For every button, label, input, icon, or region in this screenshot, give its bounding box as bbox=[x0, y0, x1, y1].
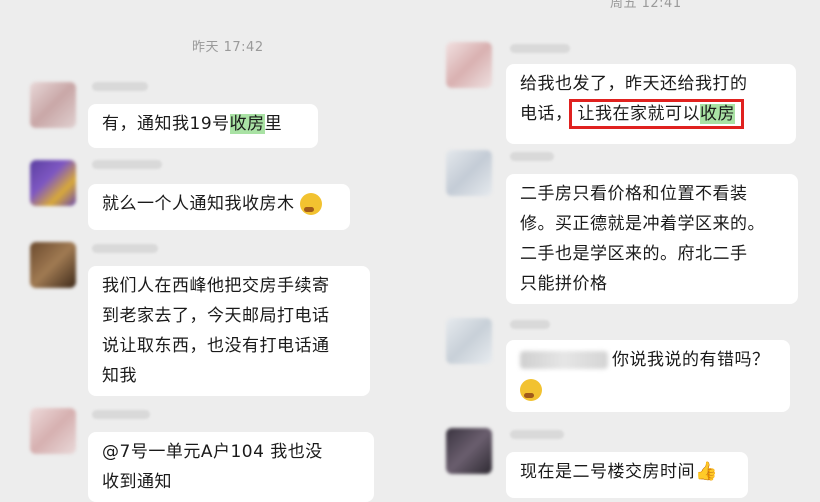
avatar[interactable] bbox=[30, 242, 76, 288]
message-bubble[interactable]: 就么一个人通知我收房木 bbox=[88, 184, 350, 230]
message-line: 收到通知 bbox=[102, 472, 172, 492]
message-bubble[interactable]: 二手房只看价格和位置不看装 修。买正德就是冲着学区来的。 二手也是学区来的。府北… bbox=[506, 174, 798, 304]
sender-name-blurred bbox=[92, 244, 158, 253]
message-bubble[interactable]: 有，通知我19号收房里 bbox=[88, 104, 318, 148]
message-line: 我们人在西峰他把交房手续寄 bbox=[102, 276, 330, 296]
avatar[interactable] bbox=[446, 150, 492, 196]
avatar[interactable] bbox=[30, 408, 76, 454]
timestamp-left: 昨天 17:42 bbox=[192, 40, 264, 55]
message-line: 二手房只看价格和位置不看装 bbox=[520, 184, 748, 204]
sender-name-blurred bbox=[92, 160, 162, 169]
annotation-red-box: 让我在家就可以收房 bbox=[568, 99, 744, 129]
message-line: 到老家去了，今天邮局打电话 bbox=[102, 306, 330, 326]
sender-name-blurred bbox=[510, 152, 554, 161]
message-bubble[interactable]: 现在是二号楼交房时间👍 bbox=[506, 452, 748, 498]
message-line: 只能拼价格 bbox=[520, 274, 608, 294]
message-text: 就么一个人通知我收房木 bbox=[102, 194, 295, 214]
avatar[interactable] bbox=[446, 318, 492, 364]
message-bubble[interactable]: 给我也发了，昨天还给我打的 电话， 让我在家就可以收房 bbox=[506, 64, 796, 144]
message-text: 现在是二号楼交房时间 bbox=[520, 462, 695, 482]
avatar[interactable] bbox=[30, 160, 76, 206]
highlighted-keyword: 收房 bbox=[700, 104, 735, 124]
thumbs-up-icon: 👍 bbox=[695, 461, 718, 482]
sender-name-blurred bbox=[510, 430, 564, 439]
avatar[interactable] bbox=[446, 42, 492, 88]
message-line: @7号一单元A户104 我也没 bbox=[102, 442, 323, 462]
message-text: 你说我说的有错吗？ bbox=[612, 350, 770, 370]
message-text: 有，通知我19号 bbox=[102, 114, 230, 134]
avatar[interactable] bbox=[446, 428, 492, 474]
message-text: 里 bbox=[264, 114, 283, 134]
mention-blurred bbox=[520, 351, 608, 369]
timestamp-right: 周五 12:41 bbox=[610, 0, 682, 11]
message-bubble[interactable]: 你说我说的有错吗？ bbox=[506, 340, 790, 412]
message-line: 说让取东西，也没有打电话通 bbox=[102, 336, 330, 356]
sender-name-blurred bbox=[510, 320, 550, 329]
highlighted-keyword: 收房 bbox=[229, 114, 265, 134]
sender-name-blurred bbox=[92, 82, 148, 91]
sender-name-blurred bbox=[92, 410, 150, 419]
message-text: 电话， bbox=[520, 104, 573, 124]
message-bubble[interactable]: @7号一单元A户104 我也没 收到通知 bbox=[88, 432, 374, 502]
grimace-emoji-icon bbox=[300, 193, 323, 215]
sender-name-blurred bbox=[510, 44, 570, 53]
avatar[interactable] bbox=[30, 82, 76, 128]
message-line: 修。买正德就是冲着学区来的。 bbox=[520, 214, 765, 234]
message-line: 给我也发了，昨天还给我打的 bbox=[520, 74, 748, 94]
message-bubble[interactable]: 我们人在西峰他把交房手续寄 到老家去了，今天邮局打电话 说让取东西，也没有打电话… bbox=[88, 266, 370, 396]
grimace-emoji-icon bbox=[520, 379, 542, 401]
message-line: 二手也是学区来的。府北二手 bbox=[520, 244, 748, 264]
message-text: 让我在家就可以 bbox=[577, 104, 700, 124]
message-line: 知我 bbox=[102, 366, 137, 386]
